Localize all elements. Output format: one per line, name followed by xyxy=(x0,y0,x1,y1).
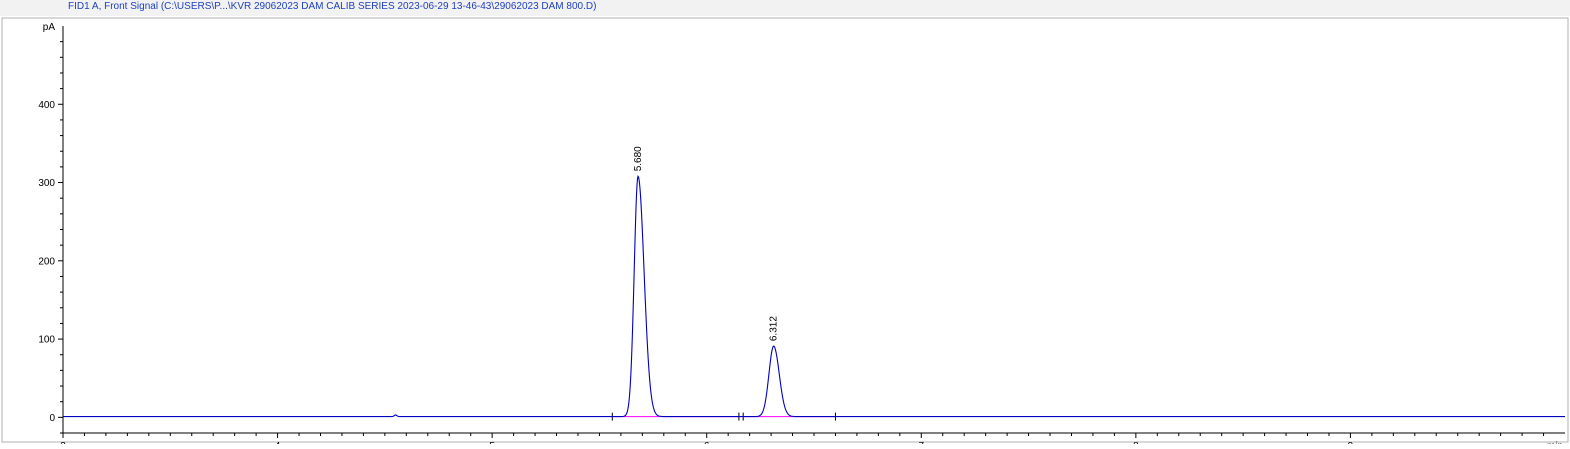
signal-title-bar: FID1 A, Front Signal (C:\USERS\P...\KVR … xyxy=(0,0,1570,16)
plot-frame xyxy=(1,17,1569,443)
signal-title: FID1 A, Front Signal (C:\USERS\P...\KVR … xyxy=(68,1,597,12)
chromatogram-svg: 3456789min0100200300400pA 5.6806.312 xyxy=(1,17,1569,449)
y-axis-unit: pA xyxy=(43,22,56,33)
chromatogram-plot: 3456789min0100200300400pA 5.6806.312 xyxy=(0,16,1570,449)
y-tick-label: 200 xyxy=(38,256,55,267)
y-tick-label: 100 xyxy=(38,335,55,346)
y-tick-label: 0 xyxy=(49,413,55,424)
y-tick-label: 300 xyxy=(38,178,55,189)
peak-label: 6.312 xyxy=(769,316,780,341)
y-tick-label: 400 xyxy=(38,100,55,111)
peak-label: 5.680 xyxy=(633,146,644,171)
